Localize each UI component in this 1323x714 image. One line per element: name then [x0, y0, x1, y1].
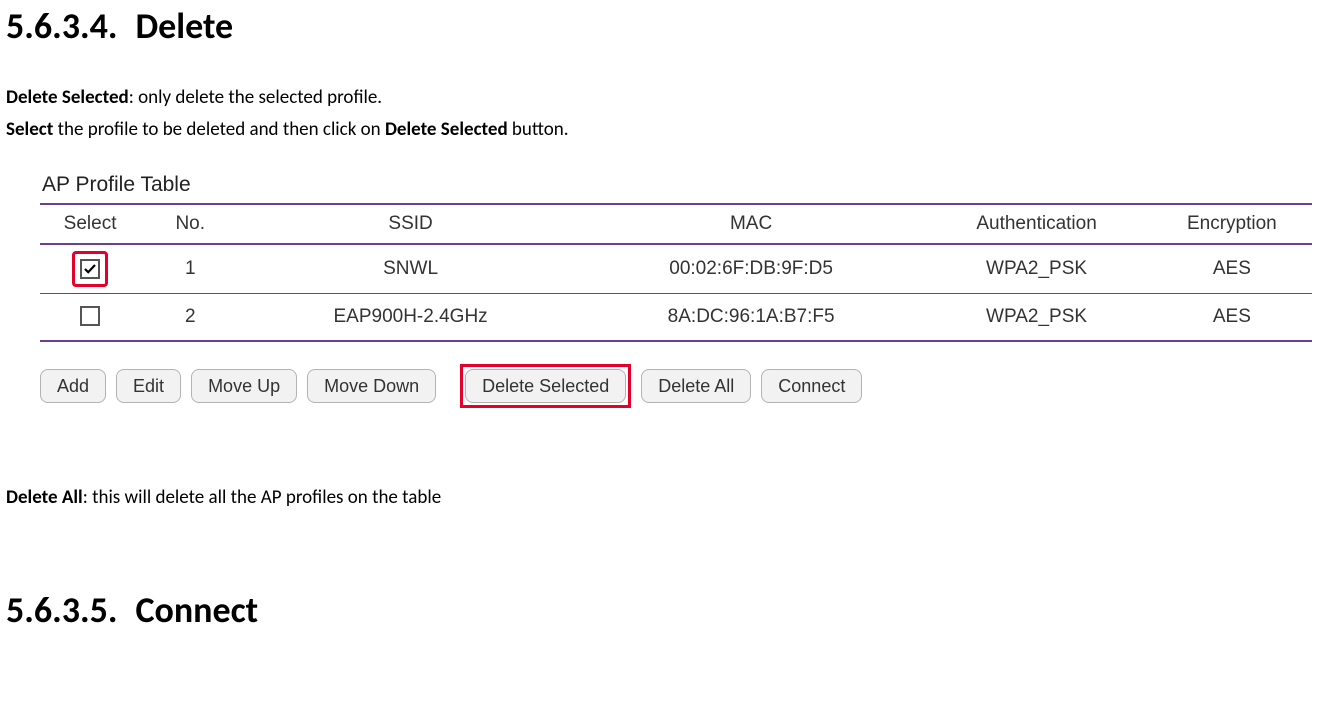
- table-header-row: Select No. SSID MAC Authentication Encry…: [40, 204, 1312, 244]
- move-up-button[interactable]: Move Up: [191, 369, 297, 403]
- section-number: 5.6.3.4.: [6, 4, 117, 48]
- section-title: Connect: [135, 588, 258, 632]
- cell-no: 2: [140, 293, 240, 341]
- col-header-no: No.: [140, 204, 240, 244]
- col-header-mac: MAC: [581, 204, 922, 244]
- ap-profile-screenshot: AP Profile Table Select No. SSID MAC Aut…: [40, 173, 1312, 408]
- delete-selected-highlight: Delete Selected: [460, 364, 631, 408]
- cell-select: [40, 244, 140, 294]
- col-header-select: Select: [40, 204, 140, 244]
- text: : this will delete all the AP profiles o…: [83, 486, 442, 509]
- section-heading-connect: 5.6.3.5. Connect: [6, 588, 1317, 632]
- text: : only delete the selected profile.: [129, 86, 382, 109]
- paragraph-delete-selected: Delete Selected: only delete the selecte…: [6, 82, 1317, 114]
- edit-button[interactable]: Edit: [116, 369, 181, 403]
- select-checkbox[interactable]: [80, 306, 100, 326]
- paragraph-delete-all: Delete All: this will delete all the AP …: [6, 482, 1317, 514]
- cell-auth: WPA2_PSK: [921, 293, 1151, 341]
- connect-button[interactable]: Connect: [761, 369, 862, 403]
- delete-selected-button[interactable]: Delete Selected: [465, 369, 626, 403]
- table-row: 2EAP900H-2.4GHz8A:DC:96:1A:B7:F5WPA2_PSK…: [40, 293, 1312, 341]
- table-row: 1SNWL00:02:6F:DB:9F:D5WPA2_PSKAES: [40, 244, 1312, 294]
- checkbox-wrapper: [76, 302, 104, 330]
- button-row: Add Edit Move Up Move Down Delete Select…: [40, 364, 1312, 408]
- cell-ssid: EAP900H-2.4GHz: [240, 293, 581, 341]
- move-down-button[interactable]: Move Down: [307, 369, 436, 403]
- cell-enc: AES: [1152, 293, 1312, 341]
- ap-profile-table-title: AP Profile Table: [42, 173, 1312, 197]
- cell-mac: 8A:DC:96:1A:B7:F5: [581, 293, 922, 341]
- cell-select: [40, 293, 140, 341]
- checkbox-wrapper: [74, 253, 106, 285]
- text: button.: [508, 118, 569, 141]
- checkmark-icon: [84, 263, 96, 275]
- section-title: Delete: [135, 4, 233, 48]
- term-delete-selected: Delete Selected: [6, 86, 129, 109]
- ap-profile-table: Select No. SSID MAC Authentication Encry…: [40, 203, 1312, 342]
- cell-auth: WPA2_PSK: [921, 244, 1151, 294]
- term-select: Select: [6, 118, 53, 141]
- text: the profile to be deleted and then click…: [53, 118, 385, 141]
- cell-enc: AES: [1152, 244, 1312, 294]
- select-checkbox[interactable]: [80, 259, 100, 279]
- delete-all-button[interactable]: Delete All: [641, 369, 751, 403]
- col-header-auth: Authentication: [921, 204, 1151, 244]
- term-delete-selected-2: Delete Selected: [385, 118, 508, 141]
- paragraph-instruction: Select the profile to be deleted and the…: [6, 114, 1317, 146]
- cell-no: 1: [140, 244, 240, 294]
- cell-ssid: SNWL: [240, 244, 581, 294]
- col-header-enc: Encryption: [1152, 204, 1312, 244]
- col-header-ssid: SSID: [240, 204, 581, 244]
- term-delete-all: Delete All: [6, 486, 83, 509]
- add-button[interactable]: Add: [40, 369, 106, 403]
- section-heading-delete: 5.6.3.4. Delete: [6, 4, 1317, 48]
- section-number: 5.6.3.5.: [6, 588, 117, 632]
- cell-mac: 00:02:6F:DB:9F:D5: [581, 244, 922, 294]
